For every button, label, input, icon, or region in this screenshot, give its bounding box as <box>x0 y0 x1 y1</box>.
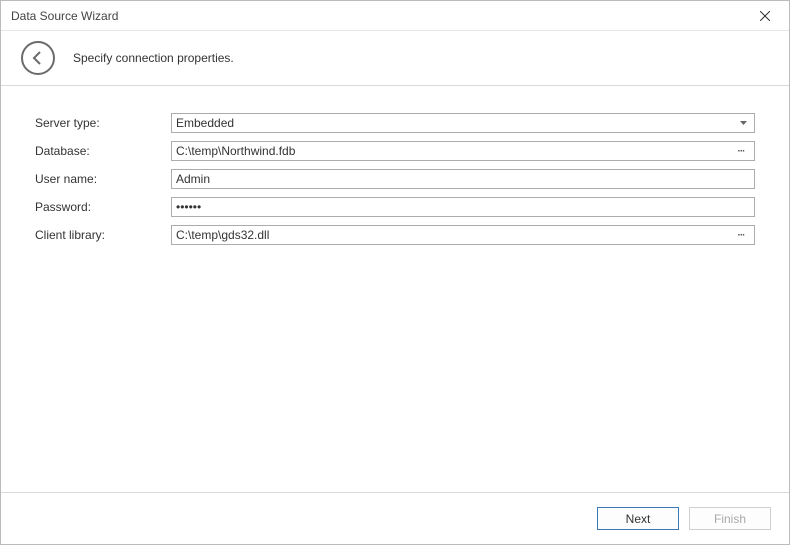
next-button[interactable]: Next <box>597 507 679 530</box>
wizard-header: Specify connection properties. <box>1 31 789 86</box>
server-type-value: Embedded <box>176 116 736 130</box>
row-client-library: Client library: C:\temp\gds32.dll ··· <box>35 224 755 246</box>
server-type-dropdown[interactable]: Embedded <box>171 113 755 133</box>
wizard-footer: Next Finish <box>1 492 789 544</box>
row-server-type: Server type: Embedded <box>35 112 755 134</box>
database-input[interactable]: C:\temp\Northwind.fdb ··· <box>171 141 755 161</box>
chevron-down-icon <box>736 121 750 125</box>
client-library-input[interactable]: C:\temp\gds32.dll ··· <box>171 225 755 245</box>
form-content: Server type: Embedded Database: C:\temp\… <box>1 86 789 492</box>
label-client-library: Client library: <box>35 228 171 242</box>
user-name-input[interactable]: Admin <box>171 169 755 189</box>
label-server-type: Server type: <box>35 116 171 130</box>
database-value: C:\temp\Northwind.fdb <box>176 144 732 158</box>
close-button[interactable] <box>749 4 781 28</box>
finish-button: Finish <box>689 507 771 530</box>
label-database: Database: <box>35 144 171 158</box>
arrow-left-icon <box>30 50 46 66</box>
client-library-browse-button[interactable]: ··· <box>732 230 750 241</box>
client-library-value: C:\temp\gds32.dll <box>176 228 732 242</box>
titlebar: Data Source Wizard <box>1 1 789 31</box>
row-user-name: User name: Admin <box>35 168 755 190</box>
wizard-window: Data Source Wizard Specify connection pr… <box>0 0 790 545</box>
row-database: Database: C:\temp\Northwind.fdb ··· <box>35 140 755 162</box>
user-name-value: Admin <box>176 172 750 186</box>
label-password: Password: <box>35 200 171 214</box>
database-browse-button[interactable]: ··· <box>732 146 750 157</box>
password-input[interactable]: •••••• <box>171 197 755 217</box>
password-value: •••••• <box>176 200 750 214</box>
back-button[interactable] <box>21 41 55 75</box>
window-title: Data Source Wizard <box>11 9 118 23</box>
close-icon <box>760 11 770 21</box>
row-password: Password: •••••• <box>35 196 755 218</box>
label-user-name: User name: <box>35 172 171 186</box>
wizard-subtitle: Specify connection properties. <box>73 51 234 65</box>
